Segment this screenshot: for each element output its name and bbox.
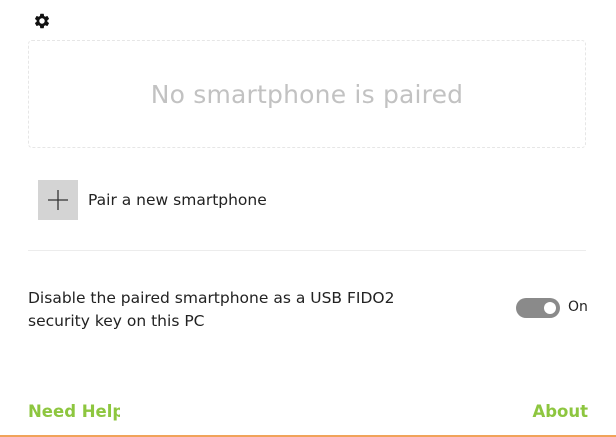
paired-device-panel: No smartphone is paired — [28, 40, 586, 148]
need-help-link[interactable]: Need Help — [28, 402, 120, 421]
about-link[interactable]: About — [532, 402, 588, 421]
pair-new-smartphone-label: Pair a new smartphone — [88, 191, 267, 209]
pair-new-smartphone-button[interactable]: Pair a new smartphone — [38, 180, 267, 220]
plus-icon[interactable] — [38, 180, 78, 220]
settings-gear-icon[interactable] — [33, 12, 51, 30]
disable-usb-fido2-toggle[interactable] — [516, 298, 560, 318]
no-smartphone-message: No smartphone is paired — [150, 79, 464, 109]
toggle-knob — [544, 302, 556, 314]
disable-usb-fido2-description: Disable the paired smartphone as a USB F… — [28, 289, 395, 330]
section-divider — [28, 250, 586, 251]
toggle-state-label: On — [568, 299, 588, 315]
